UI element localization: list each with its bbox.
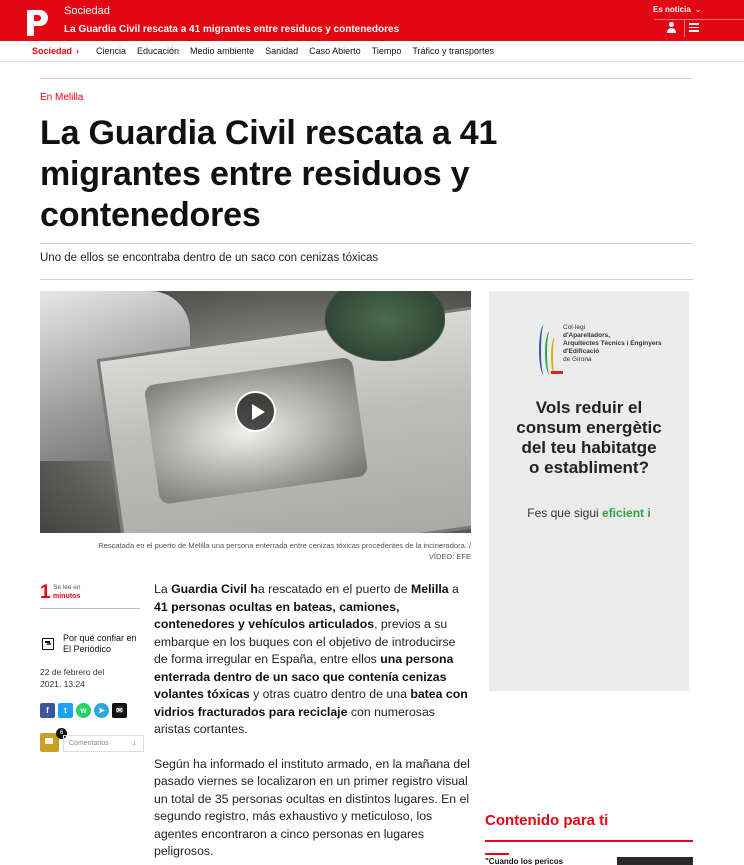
email-icon[interactable]: ✉ [112, 703, 127, 718]
divider [654, 19, 744, 20]
header-headline: La Guardia Civil rescata a 41 migrantes … [64, 24, 400, 35]
ad-slogan-line: o establiment? [529, 458, 649, 477]
divider [40, 279, 693, 280]
ad-org-line: Col·legi [563, 324, 586, 331]
hamburger-menu-icon[interactable] [689, 23, 699, 32]
paragraph: Según ha informado el instituto armado, … [154, 756, 470, 859]
subnav-item[interactable]: Educación [137, 46, 179, 56]
facebook-icon[interactable]: f [40, 703, 55, 718]
article-subtitle: Uno de ellos se encontraba dentro de un … [40, 252, 379, 264]
article-title: La Guardia Civil rescata a 41 migrantes … [40, 114, 498, 234]
whatsapp-icon[interactable]: w [76, 703, 91, 718]
date-line: 2021. 13:24 [40, 679, 85, 689]
ad-cta-highlight: eficient i [602, 506, 651, 520]
ad-organization: Col·legi d'Aparelladors, Arquitectes Tèc… [563, 324, 673, 364]
divider [684, 20, 685, 37]
share-bar: f t w ➤ ✉ [40, 703, 127, 718]
subnav-active-label: Sociedad [32, 46, 73, 56]
article-body: La Guardia Civil ha rescatado en el puer… [154, 581, 471, 865]
ad-cta-prefix: Fes que sigui [527, 506, 603, 520]
sub-navigation: Sociedad › Ciencia Educación Medio ambien… [0, 41, 744, 62]
chevron-down-icon: ⌄ [694, 5, 702, 14]
chevron-right-icon: › [76, 46, 80, 56]
ad-slogan-line: del teu habitatge [521, 438, 657, 457]
el-periodico-logo[interactable] [27, 10, 50, 36]
advertisement[interactable]: Col·legi d'Aparelladors, Arquitectes Tèc… [489, 291, 689, 691]
divider [40, 78, 693, 79]
divider [485, 853, 509, 855]
read-time-label: Se lee en minutos [53, 583, 80, 601]
section-title[interactable]: Sociedad [64, 5, 110, 17]
read-time-number: 1 [40, 582, 51, 603]
subnav-item[interactable]: Tiempo [372, 46, 402, 56]
ad-org-line: de Girona [563, 356, 592, 363]
ad-cta: Fes que sigui eficient i [489, 506, 689, 520]
telegram-icon[interactable]: ➤ [94, 703, 109, 718]
user-icon[interactable] [665, 21, 679, 35]
caption-credit: VÍDEO: EFE [428, 552, 471, 561]
top-bar: Sociedad La Guardia Civil rescata a 41 m… [0, 0, 744, 41]
publish-date: 22 de febrero del 2021. 13:24 [40, 666, 104, 690]
trust-link[interactable]: Por qué confiar en El Periódico [40, 632, 140, 658]
read-time-prefix: Se lee en [53, 584, 81, 591]
arrow-down-icon[interactable]: ↓ [132, 737, 137, 747]
ad-slogan: Vols reduir el consum energètic del teu … [489, 398, 689, 478]
divider [40, 608, 140, 609]
twitter-icon[interactable]: t [58, 703, 73, 718]
caption-text: Rescatada en el puerto de Melilla una pe… [98, 541, 471, 550]
trust-label: Por qué confiar en El Periódico [63, 633, 137, 654]
ad-slogan-line: Vols reduir el [535, 398, 643, 417]
date-line: 22 de febrero del [40, 667, 105, 677]
trust-icon [42, 638, 54, 650]
ad-slogan-line: consum energètic [516, 418, 662, 437]
college-logo-icon [535, 321, 563, 379]
play-icon[interactable] [235, 391, 276, 432]
subnav-item[interactable]: Ciencia [96, 46, 126, 56]
subnav-item-sociedad[interactable]: Sociedad › [32, 46, 79, 56]
comments-button[interactable]: 6 Comentarios ↓ [40, 728, 144, 752]
subnav-item[interactable]: Caso Abierto [309, 46, 361, 56]
paragraph: La Guardia Civil ha rescatado en el puer… [154, 582, 468, 736]
subnav-item[interactable]: Sanidad [265, 46, 298, 56]
recommended-item-title[interactable]: "Cuando los pericos [485, 857, 563, 865]
divider [485, 840, 693, 842]
video-caption: Rescatada en el puerto de Melilla una pe… [40, 540, 471, 562]
subnav-items: Ciencia Educación Medio ambiente Sanidad… [96, 46, 494, 56]
recommended-title: Contenido para ti [485, 812, 609, 829]
es-noticia-menu[interactable]: Es noticia ⌄ [653, 5, 702, 14]
read-time-unit: minutos [53, 593, 81, 600]
subnav-item[interactable]: Tráfico y transportes [412, 46, 494, 56]
divider [40, 243, 693, 244]
ad-org-line: d'Aparelladors, [563, 332, 611, 339]
es-noticia-label: Es noticia [653, 5, 691, 14]
article-kicker[interactable]: En Melilla [40, 92, 83, 103]
subnav-item[interactable]: Medio ambiente [190, 46, 254, 56]
ad-org-line: Arquitectes Tècnics i Enginyers d'Edific… [563, 340, 662, 355]
recommended-thumbnail[interactable] [617, 857, 693, 865]
